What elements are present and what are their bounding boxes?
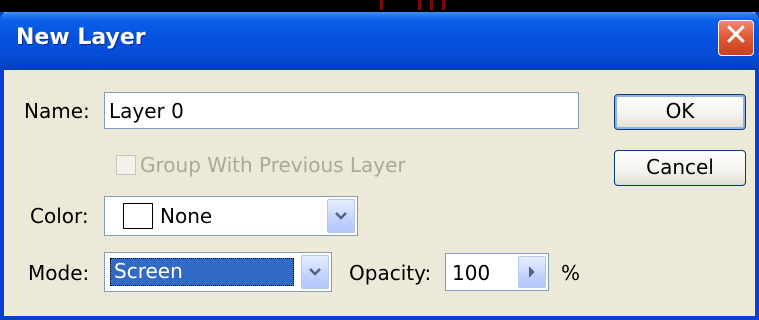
background-mark	[442, 0, 445, 10]
cancel-button[interactable]: Cancel	[614, 150, 746, 186]
color-dropdown-button[interactable]	[327, 199, 355, 233]
close-x-icon: ✕	[723, 18, 749, 53]
opacity-unit: %	[561, 261, 581, 285]
color-label: Color:	[30, 204, 89, 228]
name-field-value: Layer 0	[109, 99, 184, 123]
name-label: Name:	[24, 99, 90, 123]
group-with-previous-label: Group With Previous Layer	[140, 153, 406, 177]
chevron-right-icon	[528, 266, 535, 278]
close-button[interactable]: ✕	[718, 20, 754, 56]
chevron-down-icon	[309, 268, 321, 276]
opacity-field-value: 100	[452, 261, 491, 285]
background-mark	[418, 0, 421, 10]
ok-button[interactable]: OK	[614, 94, 746, 130]
color-swatch	[123, 203, 153, 229]
mode-label: Mode:	[28, 261, 90, 285]
dialog-title: New Layer	[16, 25, 146, 50]
color-select[interactable]: None	[104, 196, 358, 236]
chevron-down-icon	[335, 212, 347, 220]
mode-select-value: Screen	[110, 258, 294, 286]
opacity-field[interactable]: 100	[445, 253, 549, 291]
new-layer-dialog: New Layer ✕ Name: Layer 0 OK Cancel Grou…	[0, 12, 759, 320]
group-with-previous-checkbox[interactable]	[116, 155, 136, 175]
background-mark	[430, 0, 433, 10]
title-bar[interactable]: New Layer ✕	[0, 12, 759, 70]
opacity-label: Opacity:	[349, 261, 432, 285]
name-field[interactable]: Layer 0	[104, 92, 579, 129]
color-select-value: None	[160, 204, 213, 228]
background-mark	[380, 0, 383, 10]
background-application	[0, 0, 759, 12]
mode-dropdown-button[interactable]	[301, 255, 329, 289]
opacity-slider-button[interactable]	[518, 256, 546, 288]
mode-select[interactable]: Screen	[104, 252, 332, 292]
